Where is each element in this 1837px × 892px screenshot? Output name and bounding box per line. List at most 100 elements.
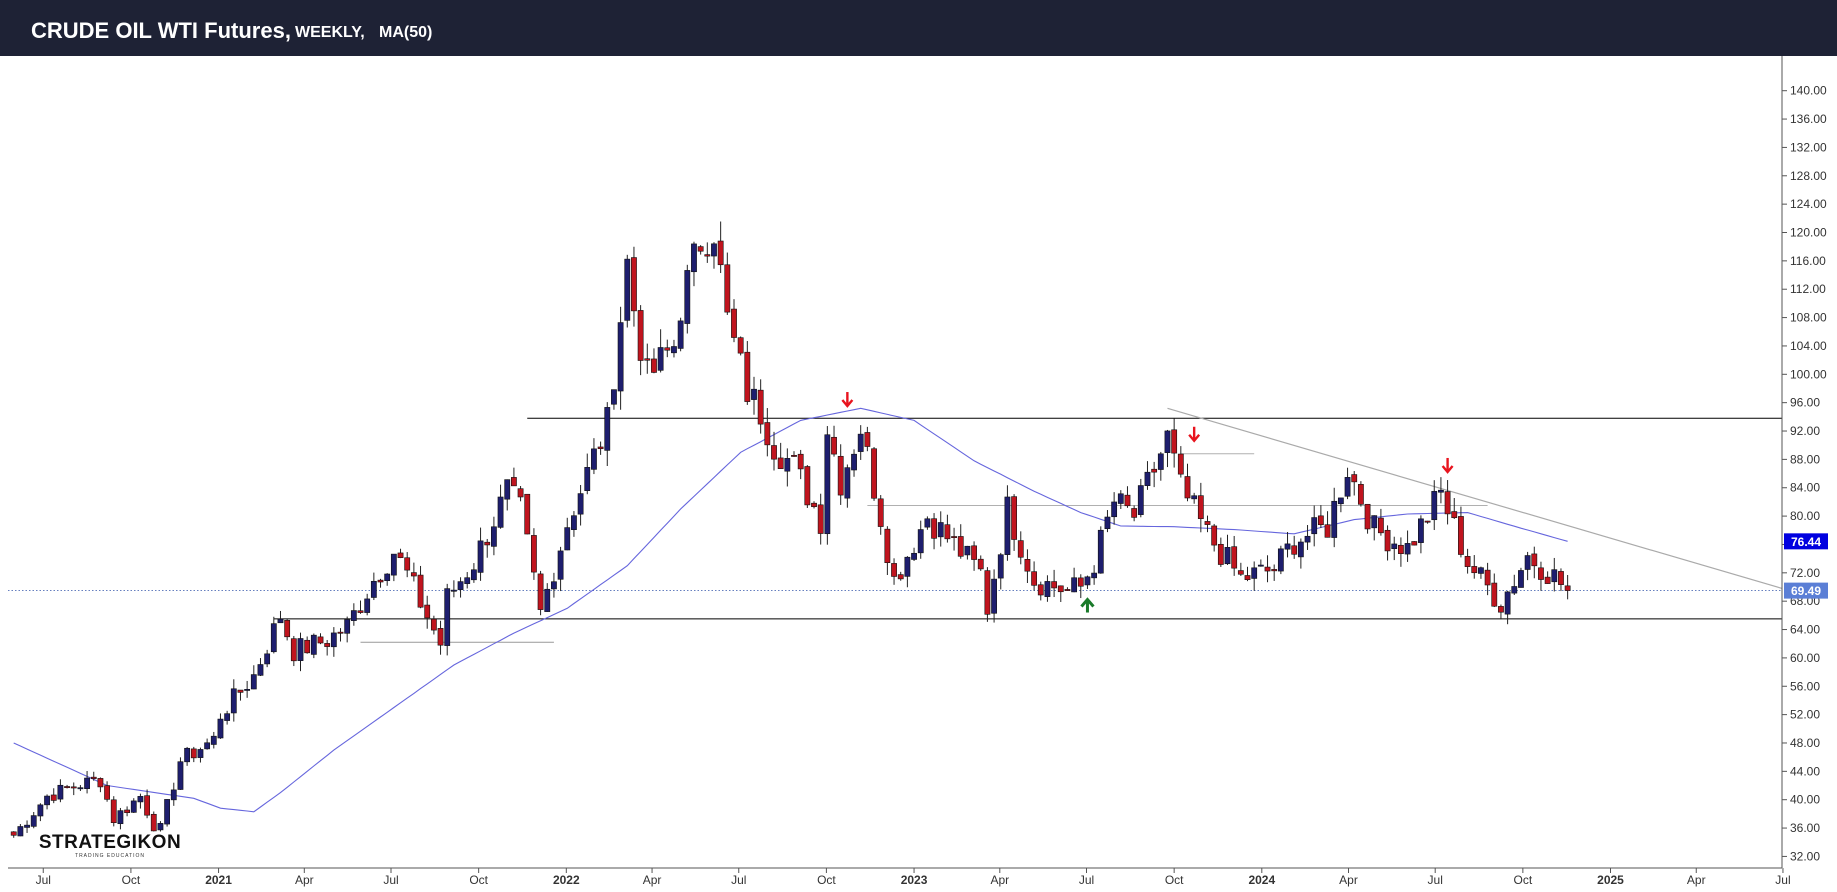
candle-body-down (1264, 566, 1271, 572)
candle-body-up (30, 815, 37, 827)
candle-body-down (1037, 584, 1044, 596)
candle (230, 679, 237, 722)
candle (84, 771, 90, 794)
candle (417, 565, 424, 609)
candle-body-up (684, 270, 691, 324)
candle (784, 448, 791, 487)
candle-body-down (724, 264, 731, 313)
candle-body-up (384, 573, 391, 582)
price-tick-label: 88.00 (1790, 452, 1820, 466)
candle-body-down (831, 436, 837, 455)
candle (1317, 505, 1324, 528)
candle (1177, 446, 1184, 478)
candle-body-up (557, 550, 564, 580)
candle (644, 343, 651, 374)
candle (1538, 561, 1544, 591)
candle-body-up (157, 823, 164, 831)
candle-body-down (764, 422, 771, 446)
indicator-label[interactable]: MA(50) (379, 24, 432, 42)
candle-body-up (604, 407, 611, 451)
candle (1438, 477, 1444, 504)
candle-body-up (1084, 576, 1091, 586)
candle (157, 821, 164, 832)
candle-body-up (197, 749, 204, 758)
candle-body-down (1444, 491, 1451, 515)
price-tick-label: 36.00 (1790, 821, 1820, 835)
price-tick-label: 128.00 (1790, 169, 1827, 183)
candle (577, 484, 584, 526)
candle (1031, 561, 1037, 591)
candle (117, 807, 124, 830)
candle-body-up (1304, 535, 1311, 543)
candle (611, 389, 617, 410)
candle (1291, 535, 1298, 559)
candle (10, 831, 17, 838)
price-tick-label: 136.00 (1790, 112, 1827, 126)
candle (1351, 471, 1358, 496)
candle-body-down (757, 389, 764, 425)
candle-body-up (1144, 471, 1151, 486)
candle (691, 241, 697, 287)
candle (637, 305, 644, 376)
candle-body-down (1031, 571, 1037, 586)
time-tick-label: Apr (295, 873, 314, 887)
candle-body-down (1324, 524, 1331, 538)
candle-body-down (1491, 582, 1498, 607)
candle-body-up (584, 467, 591, 491)
time-tick-label: 2022 (553, 873, 580, 887)
price-tick-label: 60.00 (1790, 651, 1820, 665)
price-tick-label: 132.00 (1790, 140, 1827, 154)
candle (684, 264, 691, 334)
candle (1164, 429, 1171, 468)
candle-body-down (1017, 540, 1024, 558)
candle (944, 514, 951, 543)
candle-body-up (164, 799, 171, 825)
candle (290, 635, 297, 667)
candle-body-down (317, 636, 324, 644)
price-chart[interactable]: 32.00 36.00 40.00 44.00 48.00 52.00 56.00 60.00… (0, 56, 1837, 892)
candle-body-up (17, 826, 24, 837)
candle (557, 546, 564, 592)
candle-body-down (1197, 495, 1204, 519)
candle-body-down (744, 351, 751, 402)
candle-body-down (1271, 569, 1278, 572)
candle (911, 547, 917, 562)
symbol-title[interactable]: CRUDE OIL WTI Futures, (31, 18, 291, 44)
candle (677, 317, 684, 352)
candle (1077, 574, 1084, 599)
candle-body-down (817, 504, 824, 534)
time-tick-label: Jul (383, 873, 398, 887)
candle (344, 616, 351, 643)
candle-body-down (524, 493, 531, 535)
candle-body-up (784, 458, 791, 472)
price-tick-label: 108.00 (1790, 311, 1827, 325)
candle (190, 746, 197, 763)
candle (1384, 525, 1391, 561)
candle-body-down (417, 574, 424, 608)
candle (1037, 581, 1044, 601)
price-tick-label: 92.00 (1790, 424, 1820, 438)
candle-body-up (591, 448, 597, 470)
candle-body-down (837, 455, 844, 496)
candle (77, 785, 84, 792)
candle (224, 710, 231, 725)
candle-body-up (577, 493, 584, 515)
candle (324, 639, 331, 656)
candle-body-down (144, 795, 150, 816)
candle-body-down (1471, 566, 1478, 574)
candle (337, 628, 344, 642)
candle (37, 803, 44, 822)
candle-body-down (511, 477, 517, 487)
candle-body-down (290, 638, 297, 662)
candle (204, 738, 211, 750)
candle (244, 680, 251, 698)
sell-arrow-3 (1441, 457, 1454, 474)
candle-body-down (1558, 571, 1564, 585)
candle-body-down (897, 574, 904, 580)
candle-body-up (470, 569, 477, 581)
interval-label[interactable]: WEEKLY, (295, 24, 365, 42)
candle-body-down (1011, 496, 1017, 540)
candle (197, 747, 204, 763)
candle-body-down (1544, 576, 1551, 584)
candle-body-up (991, 578, 997, 614)
